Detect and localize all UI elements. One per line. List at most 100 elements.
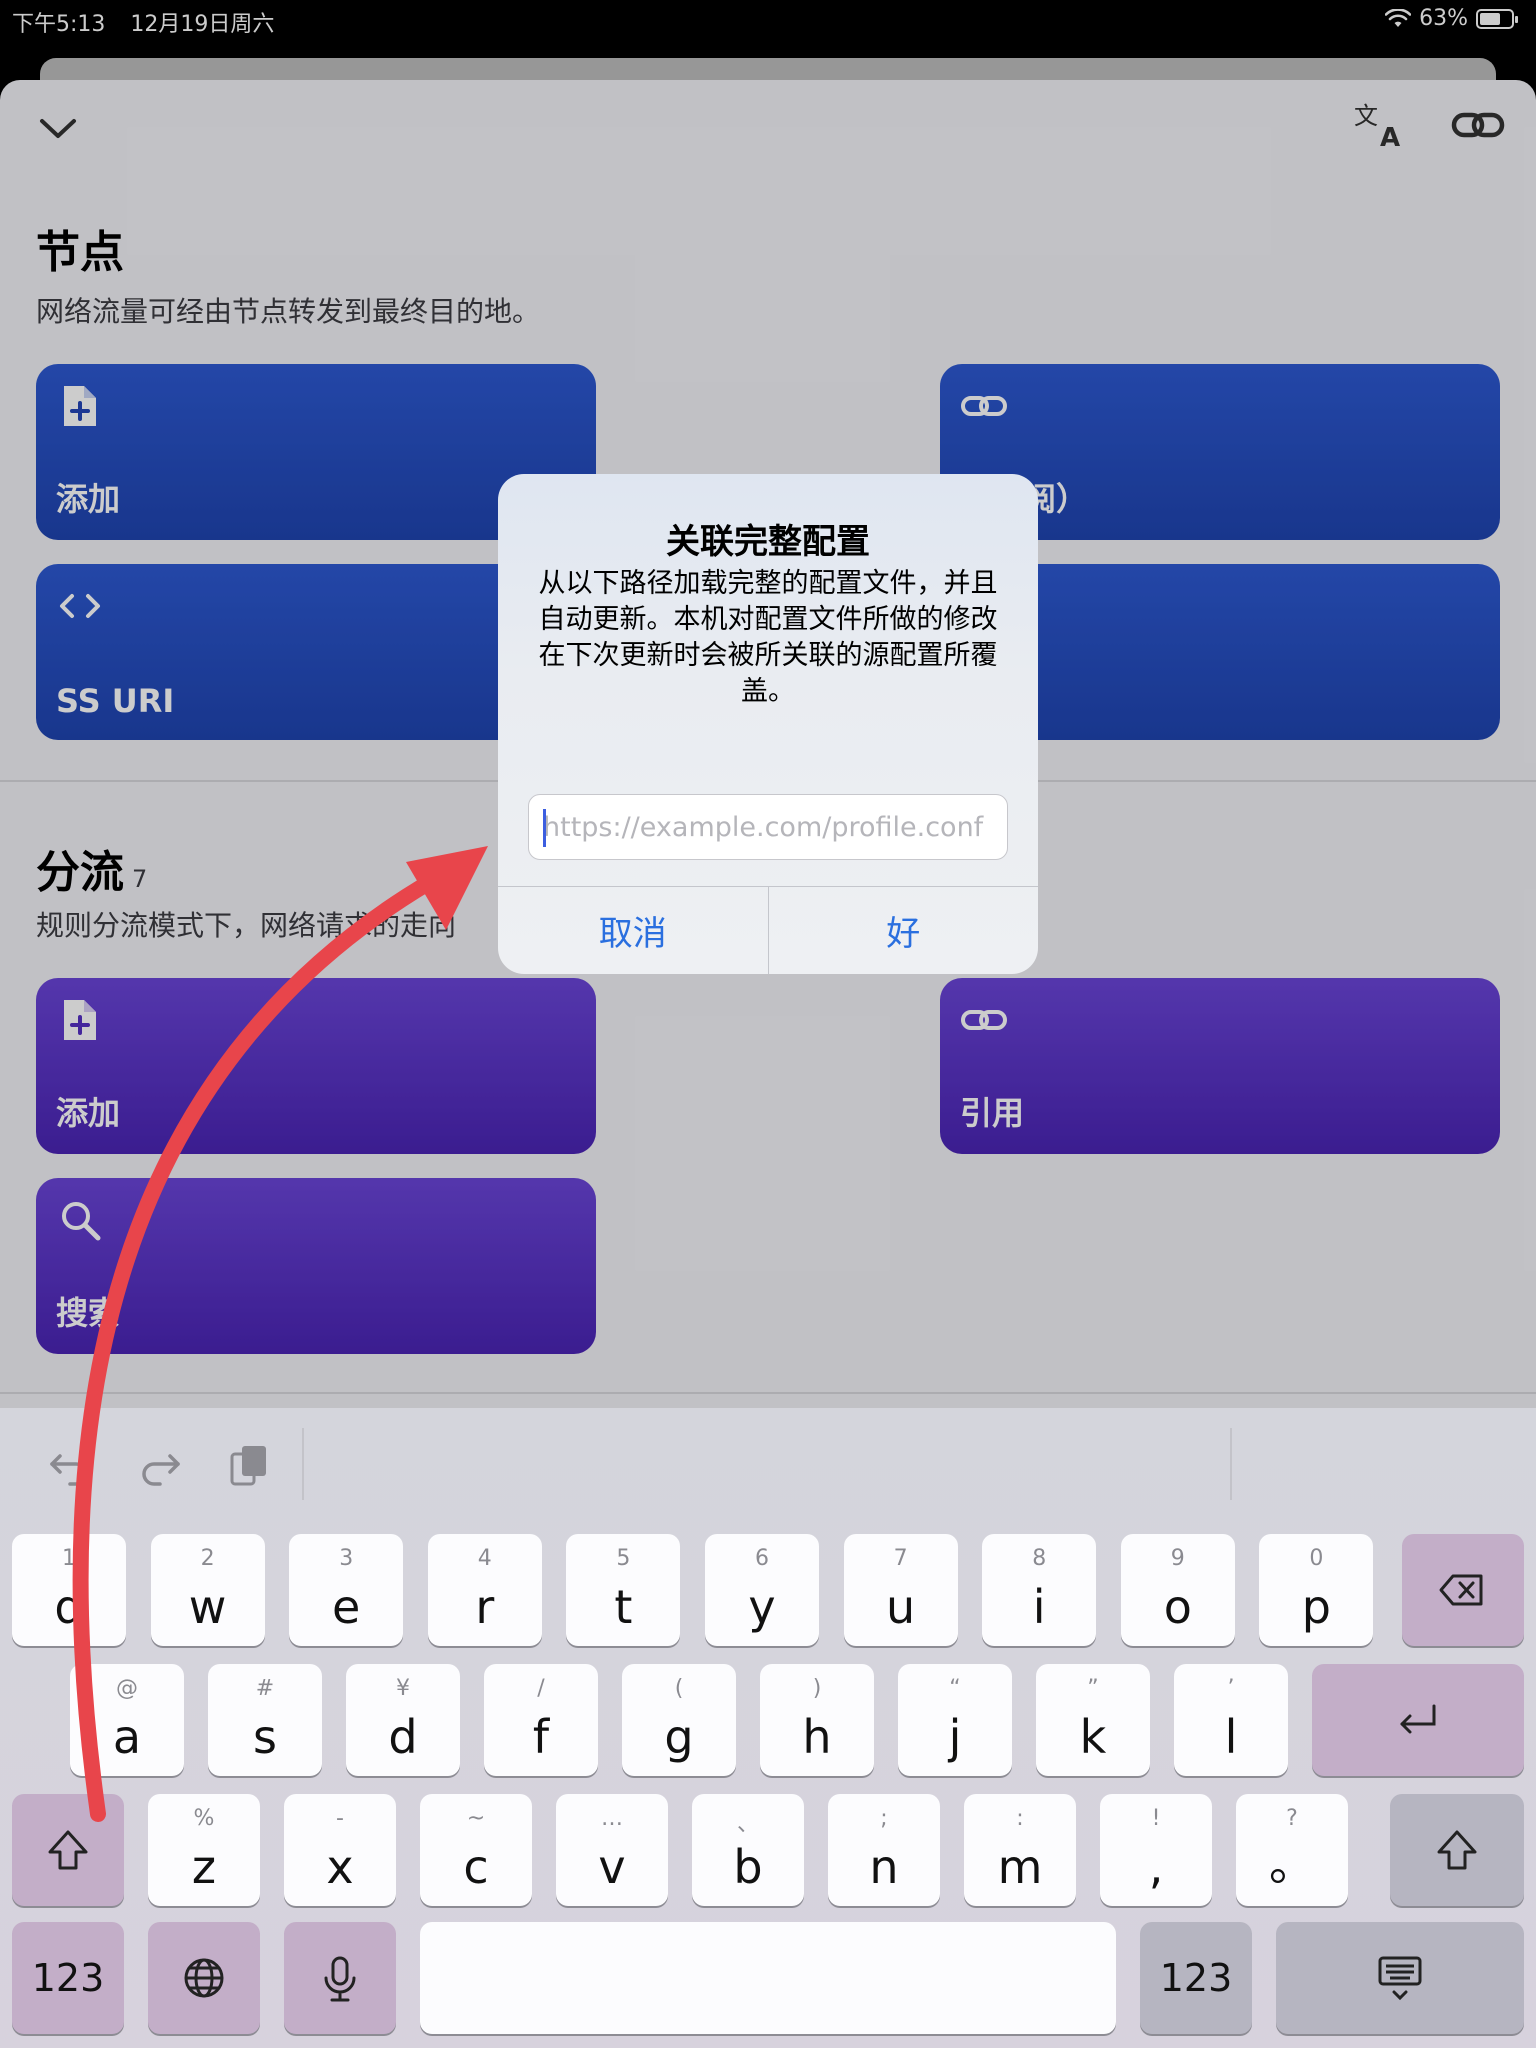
key-char: a bbox=[112, 1710, 142, 1764]
key-char: p bbox=[1301, 1580, 1331, 1634]
key-char: e bbox=[332, 1580, 361, 1634]
key-e[interactable]: 3e bbox=[289, 1534, 404, 1646]
key-p[interactable]: 0p bbox=[1259, 1534, 1374, 1646]
microphone-icon bbox=[324, 1956, 356, 2002]
key-char: n bbox=[869, 1840, 899, 1894]
key-hint: ’ bbox=[1227, 1676, 1235, 1701]
shift-icon bbox=[1437, 1830, 1477, 1870]
numbers-key-right[interactable]: 123 bbox=[1140, 1922, 1252, 2034]
ok-button[interactable]: 好 bbox=[767, 887, 1039, 974]
key-hint: : bbox=[1016, 1806, 1024, 1831]
key-char: u bbox=[886, 1580, 916, 1634]
key-hint: @ bbox=[116, 1676, 138, 1701]
key-char: m bbox=[997, 1840, 1043, 1894]
key-char: g bbox=[664, 1710, 694, 1764]
key-x[interactable]: -x bbox=[284, 1794, 396, 1906]
key-char: z bbox=[191, 1840, 217, 1894]
cancel-button[interactable]: 取消 bbox=[498, 887, 768, 974]
shift-icon bbox=[48, 1830, 88, 1870]
space-bar[interactable] bbox=[420, 1922, 1116, 2034]
key-char: f bbox=[532, 1710, 550, 1764]
key-h[interactable]: ) h bbox=[760, 1664, 874, 1776]
key-q[interactable]: 1q bbox=[12, 1534, 126, 1646]
key-g[interactable]: (g bbox=[622, 1664, 736, 1776]
delete-icon bbox=[1439, 1574, 1483, 1606]
globe-icon bbox=[184, 1958, 224, 1998]
key-char: r bbox=[475, 1580, 495, 1634]
profile-url-input[interactable] bbox=[529, 795, 1007, 859]
key-b[interactable]: 、 b bbox=[692, 1794, 804, 1906]
keyboard-toolbar bbox=[0, 1408, 1536, 1518]
key-hint: 5 bbox=[616, 1546, 631, 1571]
toolbar-separator bbox=[302, 1428, 304, 1500]
numbers-key-left[interactable]: 123 bbox=[12, 1922, 124, 2034]
key-label: 123 bbox=[1159, 1956, 1233, 2000]
key-hint: 1 bbox=[62, 1546, 76, 1571]
key-a[interactable]: @ a bbox=[70, 1664, 184, 1776]
redo-icon[interactable] bbox=[136, 1442, 184, 1490]
undo-icon[interactable] bbox=[46, 1442, 94, 1490]
key-w[interactable]: 2w bbox=[150, 1534, 265, 1646]
key-punct-8[interactable]: ?。 bbox=[1236, 1794, 1348, 1906]
shift-key-left[interactable] bbox=[12, 1794, 124, 1906]
paste-icon[interactable] bbox=[226, 1442, 274, 1490]
shift-key-right[interactable] bbox=[1390, 1794, 1524, 1906]
dictation-key[interactable] bbox=[284, 1922, 396, 2034]
link-config-alert: 关联完整配置 从以下路径加载完整的配置文件，并且自动更新。本机对配置文件所做的修… bbox=[498, 474, 1038, 974]
key-hint: … bbox=[601, 1806, 623, 1831]
key-hint: “ bbox=[949, 1676, 961, 1701]
return-icon bbox=[1400, 1704, 1436, 1734]
key-j[interactable]: “j bbox=[898, 1664, 1012, 1776]
key-char: h bbox=[802, 1710, 832, 1764]
dismiss-keyboard-key[interactable] bbox=[1276, 1922, 1524, 2034]
key-c[interactable]: ~ c bbox=[420, 1794, 532, 1906]
key-o[interactable]: 9o bbox=[1120, 1534, 1235, 1646]
key-l[interactable]: ’ l bbox=[1174, 1664, 1288, 1776]
key-char: q bbox=[54, 1580, 84, 1634]
alert-button-row: 取消 好 bbox=[498, 886, 1038, 974]
key-punct-7[interactable]: !, bbox=[1100, 1794, 1212, 1906]
key-hint: ¥ bbox=[396, 1676, 410, 1701]
key-hint: ( bbox=[674, 1676, 684, 1701]
key-char: l bbox=[1224, 1710, 1238, 1764]
key-hint: # bbox=[255, 1676, 275, 1701]
key-hint: 3 bbox=[339, 1546, 354, 1571]
key-f[interactable]: / f bbox=[484, 1664, 598, 1776]
key-hint: 、 bbox=[736, 1812, 759, 1837]
return-key[interactable] bbox=[1312, 1664, 1524, 1776]
key-d[interactable]: ¥ d bbox=[346, 1664, 460, 1776]
key-hint: ” bbox=[1087, 1676, 1099, 1701]
toolbar-separator bbox=[1230, 1428, 1232, 1500]
key-char: t bbox=[614, 1580, 633, 1634]
key-r[interactable]: 4r bbox=[427, 1534, 542, 1646]
profile-url-field[interactable] bbox=[528, 794, 1008, 860]
key-s[interactable]: # s bbox=[208, 1664, 322, 1776]
key-char: 。 bbox=[1269, 1837, 1315, 1891]
text-cursor bbox=[543, 809, 546, 847]
key-i[interactable]: 8i bbox=[982, 1534, 1097, 1646]
key-y[interactable]: 6y bbox=[705, 1534, 819, 1646]
key-n[interactable]: ; n bbox=[828, 1794, 940, 1906]
onscreen-keyboard: 1 q 2 w 3 e 4 r 5 t 6 y 7 u 8 i 9 o 0 p @ a # s ¥ d / f(g) h “j” k’ l% z… bbox=[0, 1408, 1536, 2048]
key-char: w bbox=[188, 1580, 227, 1634]
keyboard-dismiss-icon bbox=[1378, 1956, 1422, 2001]
key-m[interactable]: :m bbox=[964, 1794, 1076, 1906]
delete-key[interactable] bbox=[1402, 1534, 1524, 1646]
key-v[interactable]: … v bbox=[556, 1794, 668, 1906]
key-char: i bbox=[1032, 1580, 1046, 1634]
key-hint: 2 bbox=[200, 1546, 215, 1571]
key-char: k bbox=[1079, 1710, 1107, 1764]
key-char: s bbox=[253, 1710, 277, 1764]
key-k[interactable]: ” k bbox=[1036, 1664, 1150, 1776]
alert-title: 关联完整配置 bbox=[666, 522, 870, 562]
key-char: j bbox=[948, 1710, 962, 1764]
key-u[interactable]: 7u bbox=[843, 1534, 958, 1646]
key-t[interactable]: 5t bbox=[566, 1534, 681, 1646]
key-hint: ! bbox=[1151, 1806, 1161, 1831]
alert-message: 从以下路径加载完整的配置文件，并且自动更新。本机对配置文件所做的修改在下次更新时… bbox=[538, 568, 998, 707]
globe-key[interactable] bbox=[148, 1922, 260, 2034]
key-z[interactable]: % z bbox=[148, 1794, 260, 1906]
key-label: 123 bbox=[31, 1956, 105, 2000]
key-char: v bbox=[598, 1840, 626, 1894]
key-hint: ; bbox=[880, 1806, 888, 1831]
